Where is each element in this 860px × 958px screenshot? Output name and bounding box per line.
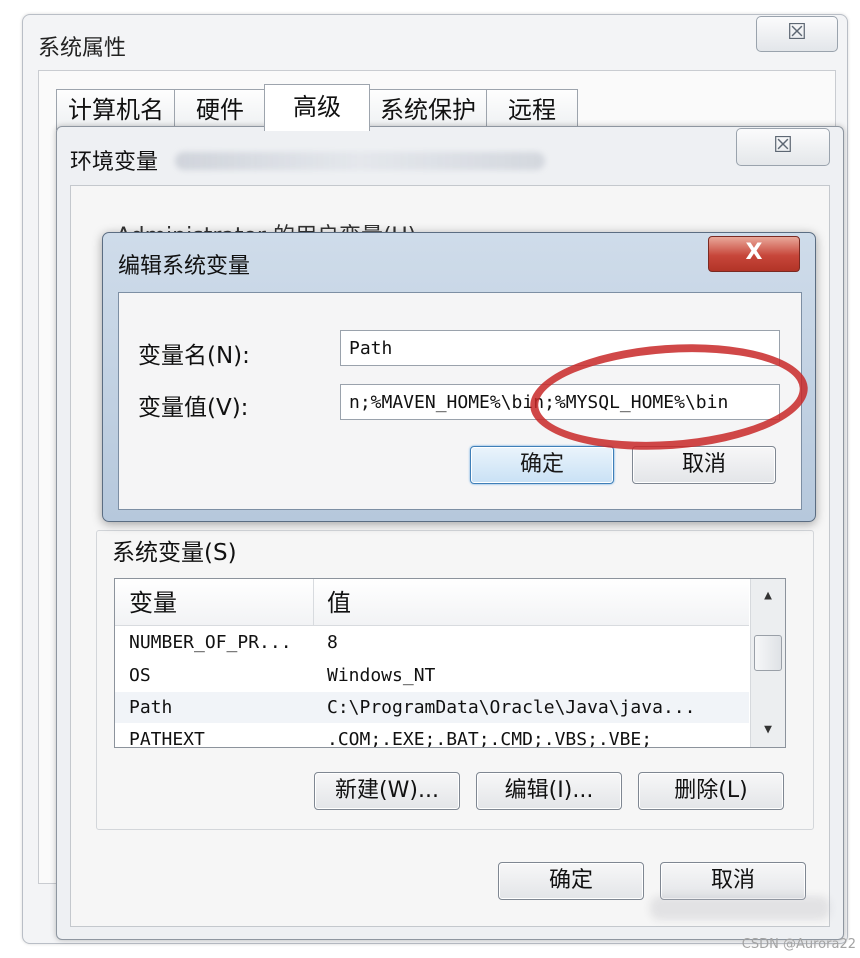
vertical-scrollbar[interactable]: ▲ ▼ bbox=[750, 579, 785, 747]
table-row[interactable]: OS Windows_NT bbox=[115, 660, 749, 691]
blurred-title-region bbox=[175, 152, 545, 170]
tab-computer-name[interactable]: 计算机名 bbox=[56, 89, 176, 130]
table-row[interactable]: PATHEXT .COM;.EXE;.BAT;.CMD;.VBS;.VBE; bbox=[115, 724, 749, 748]
list-header: 变量 值 bbox=[115, 579, 749, 626]
edit-ok-button[interactable]: 确定 bbox=[470, 446, 614, 484]
system-variables-caption: 系统变量(S) bbox=[110, 533, 239, 567]
environment-cancel-button[interactable]: 取消 bbox=[660, 862, 806, 900]
variable-name-cell: Path bbox=[129, 697, 173, 718]
table-row[interactable]: Path C:\ProgramData\Oracle\Java\java... bbox=[115, 692, 749, 723]
variable-name-cell: OS bbox=[129, 665, 151, 686]
variable-value-cell: Windows_NT bbox=[327, 665, 436, 686]
scroll-up-arrow-icon[interactable]: ▲ bbox=[751, 583, 785, 609]
environment-variables-title: 环境变量 bbox=[70, 150, 159, 175]
system-properties-close-button[interactable]: ☒ bbox=[756, 16, 838, 52]
column-divider[interactable] bbox=[313, 579, 314, 625]
blurred-watermark-region bbox=[650, 896, 830, 920]
delete-variable-button[interactable]: 删除(L) bbox=[638, 772, 784, 810]
table-row[interactable]: NUMBER_OF_PR... 8 bbox=[115, 627, 749, 658]
edit-cancel-button[interactable]: 取消 bbox=[632, 446, 776, 484]
edit-dialog-close-button[interactable]: X bbox=[708, 236, 800, 272]
variable-value-cell: C:\ProgramData\Oracle\Java\java... bbox=[327, 697, 696, 718]
tab-remote[interactable]: 远程 bbox=[486, 89, 578, 130]
column-header-variable[interactable]: 变量 bbox=[129, 579, 177, 625]
tab-hardware[interactable]: 硬件 bbox=[174, 89, 266, 130]
edit-variable-button[interactable]: 编辑(I)... bbox=[476, 772, 622, 810]
scrollbar-thumb[interactable] bbox=[754, 635, 782, 671]
tab-advanced[interactable]: 高级 bbox=[264, 84, 370, 131]
tab-system-protection[interactable]: 系统保护 bbox=[368, 89, 488, 130]
system-properties-title: 系统属性 bbox=[38, 36, 127, 61]
environment-ok-button[interactable]: 确定 bbox=[498, 862, 644, 900]
edit-dialog-title: 编辑系统变量 bbox=[118, 254, 251, 279]
system-variables-list[interactable]: 变量 值 NUMBER_OF_PR... 8 OS Windows_NT Pat… bbox=[114, 578, 786, 748]
scroll-down-arrow-icon[interactable]: ▼ bbox=[751, 717, 785, 743]
new-variable-button[interactable]: 新建(W)... bbox=[314, 772, 460, 810]
watermark-text: CSDN @Aurora22 bbox=[741, 937, 856, 952]
column-header-value[interactable]: 值 bbox=[327, 579, 351, 625]
variable-name-label: 变量名(N): bbox=[138, 343, 250, 369]
variable-value-label: 变量值(V): bbox=[138, 395, 249, 421]
variable-value-cell: 8 bbox=[327, 632, 338, 653]
environment-variables-close-button[interactable]: ☒ bbox=[736, 128, 830, 166]
variable-value-cell: .COM;.EXE;.BAT;.CMD;.VBS;.VBE; bbox=[327, 729, 653, 748]
variable-name-cell: NUMBER_OF_PR... bbox=[129, 632, 292, 653]
variable-name-cell: PATHEXT bbox=[129, 729, 205, 748]
